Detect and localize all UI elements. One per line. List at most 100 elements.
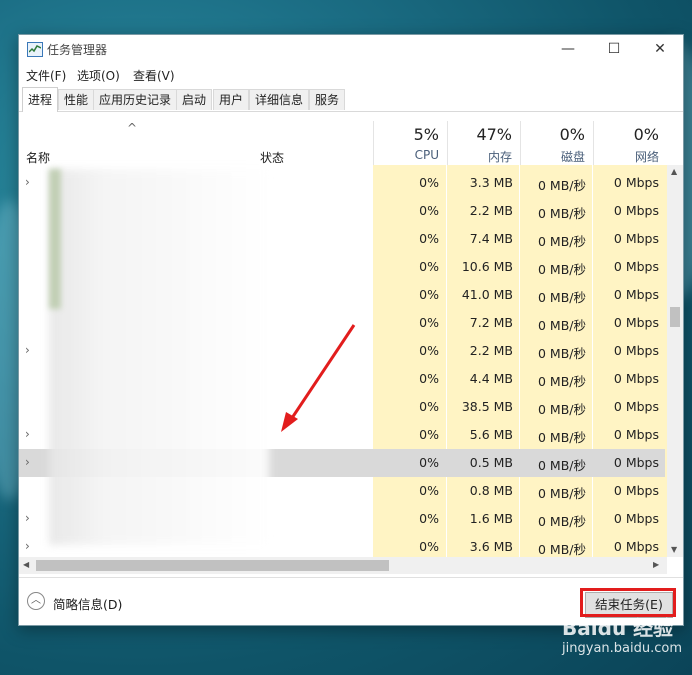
scroll-down-icon[interactable]: ▼ — [671, 545, 677, 554]
network-cell: 0 Mbps — [613, 399, 659, 414]
disk-total: 0% — [559, 125, 585, 144]
cpu-cell: 0% — [419, 399, 439, 414]
maximize-button[interactable]: ☐ — [591, 35, 637, 63]
cpu-cell: 0% — [419, 455, 439, 470]
chevron-right-icon[interactable]: › — [25, 427, 30, 441]
tab-details[interactable]: 详细信息 — [249, 89, 310, 110]
horizontal-scroll-thumb[interactable] — [36, 560, 389, 571]
network-cell: 0 Mbps — [613, 175, 659, 190]
network-cell: 0 Mbps — [613, 371, 659, 386]
network-cell: 0 Mbps — [613, 455, 659, 470]
red-arrow-annotation — [281, 324, 356, 432]
close-button[interactable]: ✕ — [637, 35, 683, 63]
minimize-button[interactable]: — — [545, 35, 591, 63]
memory-cell: 2.2 MB — [469, 203, 513, 218]
memory-cell: 1.6 MB — [469, 511, 513, 526]
disk-cell: 0 MB/秒 — [538, 206, 586, 221]
disk-cell: 0 MB/秒 — [538, 486, 586, 501]
chevron-right-icon[interactable]: › — [25, 343, 30, 357]
network-cell: 0 Mbps — [613, 343, 659, 358]
disk-cell: 0 MB/秒 — [538, 290, 586, 305]
network-total: 0% — [633, 125, 659, 144]
memory-cell: 0.5 MB — [469, 455, 513, 470]
cpu-cell: 0% — [419, 539, 439, 554]
menu-bar: 文件(F) 选项(O) 查看(V) — [19, 63, 683, 85]
chevron-right-icon[interactable]: › — [25, 455, 30, 469]
memory-cell: 4.4 MB — [469, 371, 513, 386]
memory-cell: 5.6 MB — [469, 427, 513, 442]
memory-cell: 2.2 MB — [469, 343, 513, 358]
window-title: 任务管理器 — [47, 43, 108, 57]
disk-cell: 0 MB/秒 — [538, 514, 586, 529]
cpu-cell: 0% — [419, 175, 439, 190]
cpu-cell: 0% — [419, 483, 439, 498]
chevron-right-icon[interactable]: › — [25, 539, 30, 553]
network-cell: 0 Mbps — [613, 427, 659, 442]
tab-performance[interactable]: 性能 — [58, 89, 95, 110]
disk-cell: 0 MB/秒 — [538, 430, 586, 445]
cpu-cell: 0% — [419, 343, 439, 358]
disk-cell: 0 MB/秒 — [538, 542, 586, 557]
memory-cell: 7.2 MB — [469, 315, 513, 330]
watermark-brand: Baidu 经验 — [562, 616, 674, 640]
menu-options[interactable]: 选项(O) — [77, 67, 120, 84]
horizontal-scrollbar[interactable]: ◀ ▶ — [19, 557, 667, 574]
scroll-right-icon[interactable]: ▶ — [653, 560, 659, 569]
menu-file[interactable]: 文件(F) — [26, 67, 66, 84]
cpu-cell: 0% — [419, 203, 439, 218]
cpu-total: 5% — [413, 125, 439, 144]
column-memory-header[interactable]: 47% 内存 — [447, 121, 520, 165]
title-bar[interactable]: 任务管理器 — ☐ ✕ — [19, 35, 683, 63]
column-disk-header[interactable]: 0% 磁盘 — [520, 121, 593, 165]
tab-services[interactable]: 服务 — [309, 89, 346, 110]
cpu-label: CPU — [414, 148, 439, 162]
scroll-up-icon[interactable]: ▲ — [671, 167, 677, 176]
tab-startup[interactable]: 启动 — [176, 89, 213, 110]
sort-arrow-icon: ^ — [127, 121, 138, 135]
vertical-scrollbar[interactable]: ▲ ▼ — [667, 165, 683, 557]
memory-cell: 7.4 MB — [469, 231, 513, 246]
network-cell: 0 Mbps — [613, 315, 659, 330]
network-cell: 0 Mbps — [613, 231, 659, 246]
cpu-cell: 0% — [419, 287, 439, 302]
network-cell: 0 Mbps — [613, 287, 659, 302]
tab-app-history[interactable]: 应用历史记录 — [93, 89, 178, 110]
chevron-right-icon[interactable]: › — [25, 511, 30, 525]
chevron-right-icon[interactable]: › — [25, 175, 30, 189]
cpu-cell: 0% — [419, 427, 439, 442]
disk-cell: 0 MB/秒 — [538, 262, 586, 277]
cpu-cell: 0% — [419, 259, 439, 274]
blurred-process-icons — [49, 169, 61, 309]
memory-cell: 0.8 MB — [469, 483, 513, 498]
tab-users[interactable]: 用户 — [213, 89, 250, 110]
tab-processes[interactable]: 进程 — [22, 87, 59, 112]
cpu-cell: 0% — [419, 511, 439, 526]
disk-cell: 0 MB/秒 — [538, 402, 586, 417]
disk-cell: 0 MB/秒 — [538, 346, 586, 361]
menu-view[interactable]: 查看(V) — [133, 67, 175, 84]
memory-cell: 41.0 MB — [461, 287, 513, 302]
memory-cell: 3.6 MB — [469, 539, 513, 554]
memory-total: 47% — [476, 125, 512, 144]
memory-cell: 38.5 MB — [461, 399, 513, 414]
disk-label: 磁盘 — [560, 150, 585, 164]
disk-cell: 0 MB/秒 — [538, 458, 586, 473]
cpu-cell: 0% — [419, 231, 439, 246]
column-status-header[interactable]: 状态 — [260, 149, 284, 166]
fewer-details-link[interactable]: 简略信息(D) — [53, 594, 122, 613]
network-label: 网络 — [634, 150, 659, 164]
scroll-left-icon[interactable]: ◀ — [23, 560, 29, 569]
column-name-header[interactable]: 名称 — [26, 149, 50, 166]
column-cpu-header[interactable]: 5% CPU — [373, 121, 447, 165]
chevron-up-icon[interactable]: ︿ — [27, 592, 45, 610]
column-network-header[interactable]: 0% 网络 — [593, 121, 667, 165]
cpu-cell: 0% — [419, 315, 439, 330]
disk-cell: 0 MB/秒 — [538, 318, 586, 333]
disk-cell: 0 MB/秒 — [538, 178, 586, 193]
cpu-cell: 0% — [419, 371, 439, 386]
vertical-scroll-thumb[interactable] — [670, 307, 680, 327]
memory-cell: 3.3 MB — [469, 175, 513, 190]
disk-cell: 0 MB/秒 — [538, 374, 586, 389]
watermark-url: jingyan.baidu.com — [562, 641, 682, 656]
network-cell: 0 Mbps — [613, 511, 659, 526]
